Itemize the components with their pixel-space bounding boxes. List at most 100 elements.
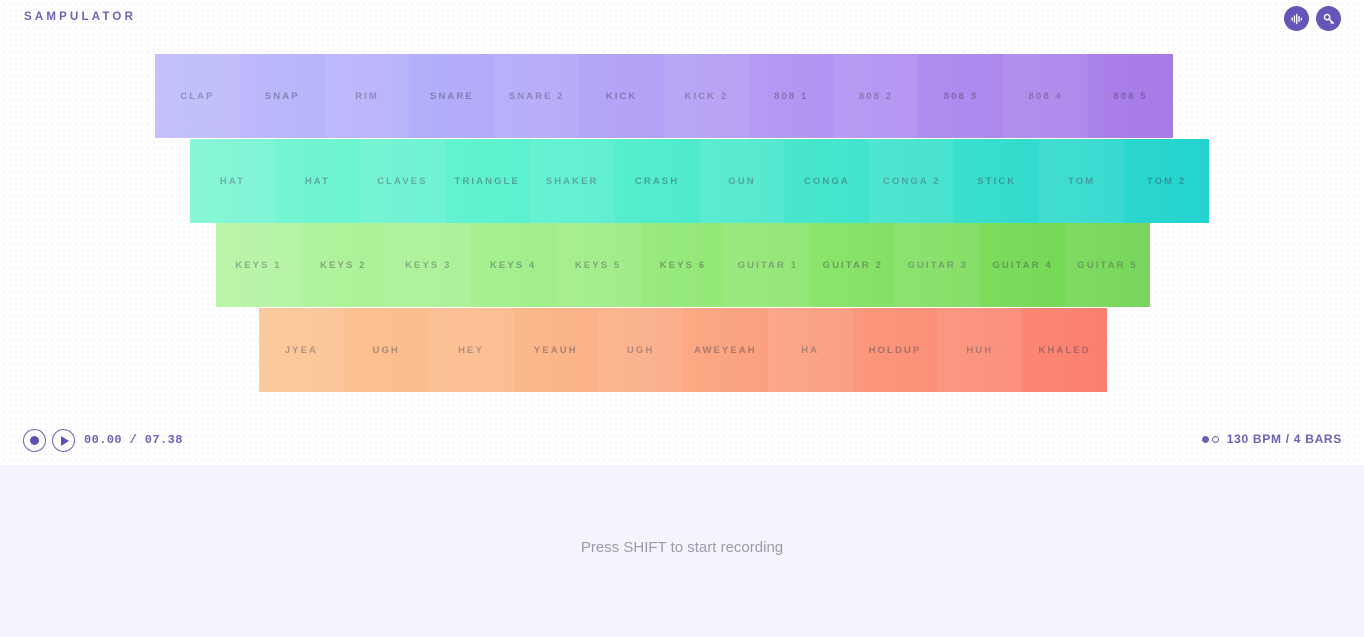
pad-conga[interactable]: CONGA: [784, 139, 869, 223]
pad-ugh-2[interactable]: UGH: [598, 308, 683, 392]
play-button[interactable]: [52, 429, 75, 452]
pad-keys-5[interactable]: KEYS 5: [555, 223, 641, 307]
pad-label: AWEYEAH: [694, 344, 757, 356]
pad-label: 808 5: [1113, 90, 1148, 102]
pad-label: SNARE 2: [508, 90, 565, 102]
pad-snap[interactable]: SNAP: [240, 54, 325, 138]
pad-keys-2[interactable]: KEYS 2: [301, 223, 386, 307]
tempo-group[interactable]: 130 BPM / 4 BARS: [1201, 432, 1342, 446]
pad-clap[interactable]: CLAP: [155, 54, 240, 138]
pad-keys-1[interactable]: KEYS 1: [216, 223, 301, 307]
pad-snare-2[interactable]: SNARE 2: [494, 54, 579, 138]
pad-guitar-2[interactable]: GUITAR 2: [810, 223, 895, 307]
record-button[interactable]: [23, 429, 46, 452]
pad-guitar-3[interactable]: GUITAR 3: [895, 223, 981, 307]
app-title: SAMPULATOR: [24, 11, 137, 23]
pad-kick-2[interactable]: KICK 2: [663, 54, 749, 138]
time-display: 00.00 / 07.38: [84, 433, 183, 447]
pad-claves[interactable]: CLAVES: [359, 139, 445, 223]
pad-label: HA: [801, 344, 820, 356]
pad-ugh-1[interactable]: UGH: [344, 308, 429, 392]
pad-conga-2[interactable]: CONGA 2: [869, 139, 955, 223]
record-hint: Press SHIFT to start recording: [580, 539, 784, 556]
pad-ha[interactable]: HA: [767, 308, 853, 392]
play-icon: [60, 435, 69, 446]
pad-guitar-1[interactable]: GUITAR 1: [725, 223, 811, 307]
pad-label: KICK 2: [684, 90, 729, 102]
pad-label: GUN: [728, 175, 756, 187]
waveform-icon: [1290, 12, 1304, 26]
pad-hat-2[interactable]: HAT: [275, 139, 360, 223]
pad-808-3[interactable]: 808 3: [918, 54, 1003, 138]
record-icon: [30, 436, 39, 445]
pad-808-1[interactable]: 808 1: [749, 54, 834, 138]
pad-tom[interactable]: TOM: [1039, 139, 1125, 223]
pad-label: HAT: [304, 175, 330, 187]
pad-guitar-5[interactable]: GUITAR 5: [1065, 223, 1150, 307]
sampulator-app: SAMPULATOR CLAP SNAP RIM SNARE SNARE 2 K…: [0, 0, 1364, 637]
pad-label: GUITAR 2: [822, 259, 884, 271]
pad-label: KHALED: [1038, 344, 1091, 356]
pad-triangle[interactable]: TRIANGLE: [445, 139, 530, 223]
pad-label: CLAP: [180, 90, 215, 102]
pad-label: GUITAR 1: [737, 259, 799, 271]
melodic-row: KEYS 1 KEYS 2 KEYS 3 KEYS 4 KEYS 5 KEYS …: [216, 223, 1150, 307]
pad-label: CONGA 2: [883, 175, 941, 187]
vocal-row: JYEA UGH HEY YEAUH UGH AWEYEAH HA HOLDUP…: [259, 308, 1107, 392]
pad-keys-3[interactable]: KEYS 3: [385, 223, 471, 307]
metronome-dots: [1201, 435, 1219, 443]
pad-hey[interactable]: HEY: [428, 308, 514, 392]
pad-label: GUITAR 5: [1077, 259, 1138, 271]
pad-label: CLAVES: [377, 175, 428, 187]
pad-gun[interactable]: GUN: [699, 139, 785, 223]
pad-guitar-4[interactable]: GUITAR 4: [980, 223, 1065, 307]
pad-stick[interactable]: STICK: [954, 139, 1039, 223]
pad-label: RIM: [355, 90, 379, 102]
pad-808-2[interactable]: 808 2: [833, 54, 919, 138]
key-button[interactable]: [1316, 6, 1341, 31]
pad-kick[interactable]: KICK: [579, 54, 664, 138]
pad-snare[interactable]: SNARE: [409, 54, 494, 138]
pad-label: TOM 2: [1146, 175, 1187, 187]
pad-label: HOLDUP: [868, 344, 922, 356]
pad-label: 808 1: [774, 90, 809, 102]
pad-aweyeah[interactable]: AWEYEAH: [683, 308, 768, 392]
pad-label: KEYS 1: [235, 259, 282, 271]
pad-label: HEY: [458, 344, 484, 356]
pad-label: GUITAR 4: [992, 259, 1053, 271]
pad-label: STICK: [977, 175, 1017, 187]
pad-label: CONGA: [803, 175, 850, 187]
pad-808-5[interactable]: 808 5: [1088, 54, 1173, 138]
waveform-button[interactable]: [1284, 6, 1309, 31]
pad-808-4[interactable]: 808 4: [1003, 54, 1088, 138]
pad-hat-1[interactable]: HAT: [190, 139, 275, 223]
pad-label: TRIANGLE: [454, 175, 520, 187]
pad-shaker[interactable]: SHAKER: [529, 139, 615, 223]
pad-keys-4[interactable]: KEYS 4: [471, 223, 556, 307]
tempo-label: 130 BPM / 4 BARS: [1226, 432, 1342, 446]
pad-huh[interactable]: HUH: [937, 308, 1022, 392]
pad-keys-6[interactable]: KEYS 6: [641, 223, 726, 307]
pad-label: JYEA: [284, 344, 318, 356]
pad-yeauh[interactable]: YEAUH: [513, 308, 598, 392]
pad-label: KEYS 3: [405, 259, 452, 271]
pad-label: CRASH: [634, 175, 680, 187]
pad-rim[interactable]: RIM: [324, 54, 410, 138]
app-header: SAMPULATOR: [0, 0, 1364, 50]
pad-label: 808 2: [858, 90, 894, 102]
pad-khaled[interactable]: KHALED: [1022, 308, 1107, 392]
pad-label: HUH: [966, 344, 994, 356]
pad-label: 808 3: [943, 90, 978, 102]
pad-label: KEYS 4: [489, 259, 537, 271]
pad-holdup[interactable]: HOLDUP: [853, 308, 938, 392]
pad-jyea[interactable]: JYEA: [259, 308, 344, 392]
pad-label: KICK: [605, 90, 638, 102]
pad-tom-2[interactable]: TOM 2: [1124, 139, 1209, 223]
pad-label: SNARE: [430, 90, 474, 102]
pad-crash[interactable]: CRASH: [615, 139, 700, 223]
pad-label: UGH: [372, 344, 400, 356]
pad-label: GUITAR 3: [907, 259, 968, 271]
pad-label: YEAUH: [533, 344, 578, 356]
drums-row: CLAP SNAP RIM SNARE SNARE 2 KICK KICK 2 …: [155, 54, 1173, 138]
pad-label: KEYS 5: [574, 259, 622, 271]
